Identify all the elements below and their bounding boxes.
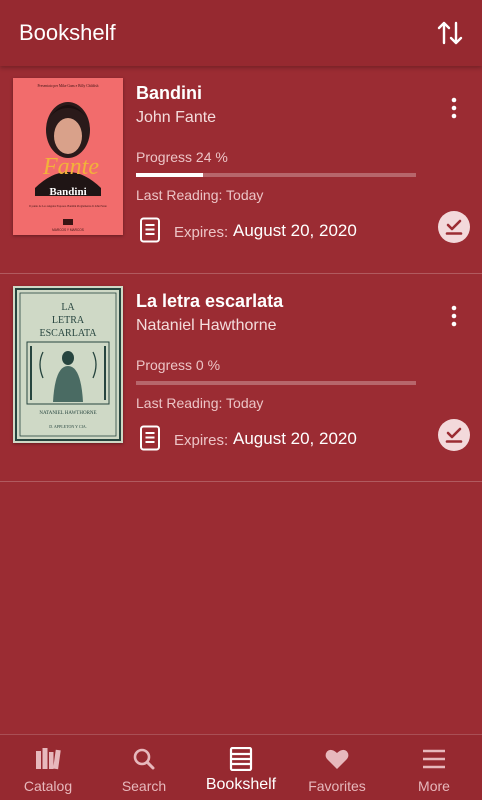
cover-publisher: MARCOS Y MARCOS	[52, 228, 84, 232]
book-title[interactable]: La letra escarlata	[136, 291, 283, 312]
expires-date: August 20, 2020	[233, 221, 357, 240]
more-vertical-icon	[451, 97, 457, 119]
book-author: Nataniel Hawthorne	[136, 317, 277, 334]
nav-label: Search	[121, 778, 167, 794]
book-overflow-menu-button[interactable]	[444, 96, 464, 120]
last-reading: Last Reading: Today	[136, 395, 264, 411]
top-app-bar: Bookshelf	[0, 0, 482, 66]
sort-arrows-icon	[437, 21, 463, 45]
cover-top-line: Presentato per Mike Gans e Billy Childis…	[38, 84, 99, 88]
document-icon	[140, 425, 160, 451]
cover-title-line1: LA	[61, 302, 75, 313]
progress-bar	[136, 381, 416, 385]
cover-title-line2: LETRA	[52, 315, 85, 326]
last-reading: Last Reading: Today	[136, 187, 264, 203]
nav-item-search[interactable]: Search	[96, 735, 192, 800]
cover-title: Bandini	[49, 186, 86, 198]
nav-item-more[interactable]: More	[386, 735, 482, 800]
expires-label: Expires:	[174, 224, 229, 241]
nav-item-catalog[interactable]: Catalog	[0, 735, 96, 800]
cover-title-line3: ESCARLATA	[40, 328, 98, 339]
cover-publisher: D. APPLETON Y CIA.	[49, 424, 87, 429]
book-cover[interactable]: LA LETRA ESCARLATA NATANIEL HAWTHORNE D.…	[13, 286, 123, 443]
nav-label: Bookshelf	[205, 776, 277, 793]
book-card[interactable]: LA LETRA ESCARLATA NATANIEL HAWTHORNE D.…	[0, 274, 482, 482]
heart-icon	[325, 749, 349, 769]
menu-icon	[423, 749, 445, 769]
nav-item-favorites[interactable]: Favorites	[289, 735, 385, 800]
check-underline-icon	[445, 219, 463, 235]
progress-label: Progress 0 %	[136, 357, 221, 373]
document-icon	[140, 217, 160, 243]
nav-item-bookshelf[interactable]: Bookshelf	[193, 735, 289, 800]
cover-blurb: Il punto de Los Angeles Exposes. Bandini…	[29, 205, 107, 208]
nav-label: Favorites	[308, 778, 366, 794]
progress-fill	[136, 173, 204, 177]
search-icon	[133, 748, 155, 770]
page-title: Bookshelf	[19, 20, 116, 45]
cover-author: NATANIEL HAWTHORNE	[39, 411, 96, 416]
return-book-button[interactable]	[438, 419, 470, 451]
book-title[interactable]: Bandini	[136, 83, 202, 104]
book-cover[interactable]: Presentato per Mike Gans e Billy Childis…	[13, 78, 123, 235]
book-author: John Fante	[136, 109, 217, 126]
bookshelf-list-icon	[229, 747, 253, 771]
cover-author-script: Fante	[42, 154, 99, 180]
expires-date: August 20, 2020	[233, 429, 357, 448]
nav-label: More	[418, 778, 450, 794]
nav-label: Catalog	[23, 778, 73, 794]
check-underline-icon	[445, 427, 463, 443]
return-book-button[interactable]	[438, 211, 470, 243]
bottom-navigation: Catalog Search Bookshelf Favorites More	[0, 734, 482, 800]
book-overflow-menu-button[interactable]	[444, 304, 464, 328]
progress-label: Progress 24 %	[136, 149, 228, 165]
progress-bar	[136, 173, 416, 177]
more-vertical-icon	[451, 305, 457, 327]
sort-button[interactable]	[436, 19, 464, 47]
catalog-books-icon	[36, 748, 61, 770]
expires-label: Expires:	[174, 432, 229, 449]
book-card[interactable]: Presentato per Mike Gans e Billy Childis…	[0, 66, 482, 274]
